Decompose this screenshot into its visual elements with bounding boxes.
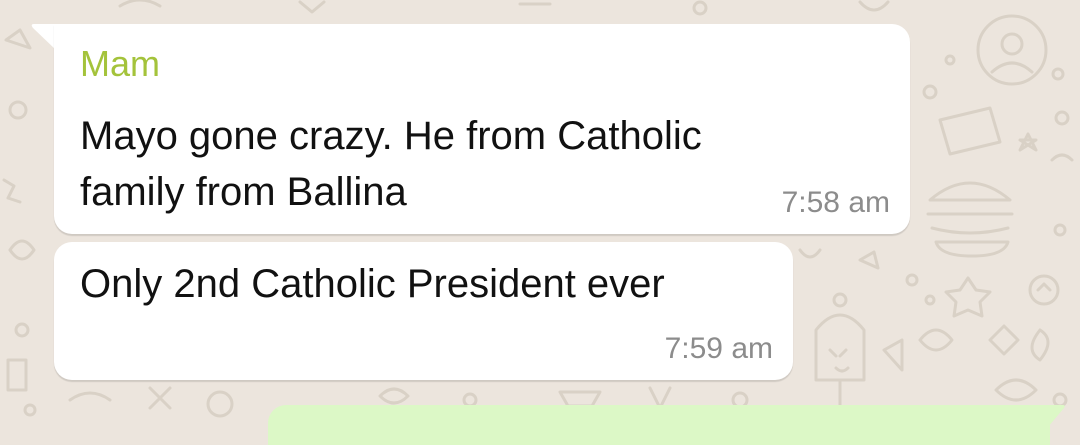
incoming-bubble-tail (31, 24, 56, 50)
message-timestamp: 7:58 am (781, 186, 890, 219)
incoming-message-bubble[interactable]: Only 2nd Catholic President ever 7:59 am (54, 242, 793, 380)
message-timestamp: 7:59 am (664, 332, 773, 365)
outgoing-bubble-tail (1048, 405, 1065, 427)
incoming-message-bubble[interactable]: Mam Mayo gone crazy. He from Catholic fa… (54, 24, 910, 234)
sender-name: Mam (80, 43, 160, 84)
outgoing-message-bubble[interactable] (268, 405, 1050, 445)
message-text: Mayo gone crazy. He from Catholic family… (80, 114, 702, 214)
message-text: Only 2nd Catholic President ever (80, 262, 665, 306)
